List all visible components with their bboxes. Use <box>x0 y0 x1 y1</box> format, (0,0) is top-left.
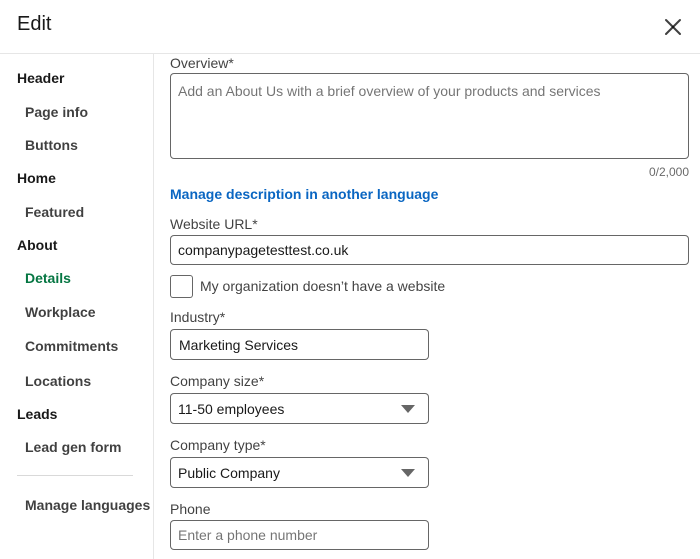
sidebar-item-leads[interactable]: Leads <box>17 404 170 424</box>
manage-description-language-link[interactable]: Manage description in another language <box>170 186 438 202</box>
website-url-input[interactable] <box>170 235 689 265</box>
industry-input[interactable] <box>170 329 429 360</box>
no-website-checkbox[interactable] <box>170 275 193 298</box>
website-url-label: Website URL* <box>170 216 258 232</box>
sidebar-divider <box>17 475 133 476</box>
company-type-label: Company type* <box>170 437 266 453</box>
sidebar-item-header[interactable]: Header <box>17 68 170 88</box>
phone-input[interactable] <box>170 520 429 550</box>
overview-textarea[interactable] <box>170 73 689 159</box>
modal-title: Edit <box>17 13 52 35</box>
company-size-selected-value: 11-50 employees <box>178 401 285 417</box>
company-size-label: Company size* <box>170 373 265 389</box>
overview-char-counter: 0/2,000 <box>648 165 689 179</box>
industry-label: Industry* <box>170 309 226 325</box>
modal-header: Edit <box>0 0 700 54</box>
phone-label: Phone <box>170 501 211 517</box>
close-icon <box>665 19 681 35</box>
no-website-checkbox-label: My organization doesn’t have a website <box>200 278 446 294</box>
caret-down-icon <box>401 405 415 413</box>
sidebar-nav: Header Page info Buttons Home Featured A… <box>0 54 154 559</box>
company-size-select[interactable]: 11-50 employees <box>170 393 429 424</box>
close-button[interactable] <box>658 12 688 42</box>
sidebar-item-about[interactable]: About <box>17 235 170 255</box>
company-type-selected-value: Public Company <box>178 465 280 481</box>
company-type-select[interactable]: Public Company <box>170 457 429 488</box>
details-form: Overview* 0/2,000 Manage description in … <box>155 54 700 559</box>
caret-down-icon <box>401 469 415 477</box>
overview-label: Overview* <box>170 55 234 71</box>
sidebar-item-home[interactable]: Home <box>17 168 170 188</box>
